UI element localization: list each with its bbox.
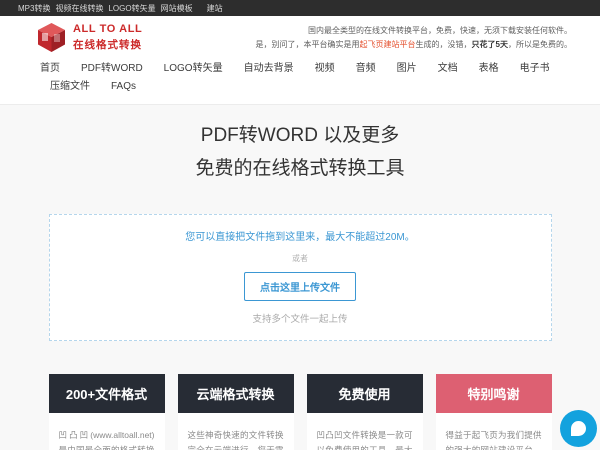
nav-item-spreadsheet[interactable]: 表格 <box>479 60 499 77</box>
main-nav: 首页 PDF转WORD LOGO转矢量 自动去背景 视频 音频 图片 文档 表格… <box>0 57 600 105</box>
nav-item-remove-bg[interactable]: 自动去背景 <box>244 60 294 77</box>
top-utility-bar: MP3转换 视频在线转换 LOGO转矢量 网站模板 建站 <box>0 0 600 16</box>
nav-item-logo-vector[interactable]: LOGO转矢量 <box>164 60 223 77</box>
header-tagline: 国内最全类型的在线文件转换平台，免费，快速，无须下载安装任何软件。 是，别问了，… <box>256 24 572 52</box>
nav-row-1: 首页 PDF转WORD LOGO转矢量 自动去背景 视频 音频 图片 文档 表格… <box>40 60 600 77</box>
topbar-link-video[interactable]: 视频在线转换 <box>55 3 103 14</box>
tagline-line1: 国内最全类型的在线文件转换平台，免费，快速，无须下载安装任何软件。 <box>256 24 572 38</box>
card-free-use: 免费使用 凹凸凹文件转换是一款可以免费使用的工具，最大可支持10M的文件，完全可… <box>307 374 423 450</box>
card-file-formats: 200+文件格式 凹凸凹(www.alltoall.net)是中国最全面的格式转… <box>49 374 165 450</box>
tagline-line2-bold: 只花了5天 <box>472 40 508 49</box>
tagline-line2-text1: 是，别问了，本平台确实是用 <box>256 40 360 49</box>
site-logo[interactable]: ALL TO ALL 在线格式转换 <box>38 23 142 52</box>
logo-subtitle: 在线格式转换 <box>73 37 142 52</box>
tagline-line2-text2: 生成的，没错， <box>416 40 472 49</box>
nav-item-archive[interactable]: 压缩文件 <box>50 78 90 95</box>
card-special-thanks-title: 特别鸣谢 <box>436 374 552 413</box>
logo-text: ALL TO ALL 在线格式转换 <box>73 23 142 52</box>
nav-item-faqs[interactable]: FAQs <box>111 78 136 95</box>
upload-file-button[interactable]: 点击这里上传文件 <box>244 272 356 301</box>
card-special-thanks: 特别鸣谢 得益于起飞页为我们提供的强大的网站建设平台，凹凸凹才能在短短一周内完成… <box>436 374 552 450</box>
nav-item-video[interactable]: 视频 <box>315 60 335 77</box>
nav-item-audio[interactable]: 音频 <box>356 60 376 77</box>
topbar-link-mp3[interactable]: MP3转换 <box>18 3 50 14</box>
topbar-link-templates[interactable]: 网站模板 <box>161 3 193 14</box>
card-cloud-convert-title: 云端格式转换 <box>178 374 294 413</box>
site-header: ALL TO ALL 在线格式转换 国内最全类型的在线文件转换平台，免费，快速，… <box>0 16 600 57</box>
nav-item-home[interactable]: 首页 <box>40 60 60 77</box>
nav-item-document[interactable]: 文档 <box>438 60 458 77</box>
drag-hint-text: 您可以直接把文件拖到这里来，最大不能超过20M。 <box>50 228 551 243</box>
card-free-use-body: 凹凸凹文件转换是一款可以免费使用的工具，最大可支持10M的文件，完全可以满足您9… <box>307 413 423 450</box>
chat-button[interactable] <box>560 410 597 447</box>
card-cloud-convert: 云端格式转换 这些神奇快速的文件转换完全在云端进行，您无需在计算机上安装任何软件… <box>178 374 294 450</box>
page-title: PDF转WORD 以及更多 免费的在线格式转换工具 <box>0 119 600 185</box>
card-file-formats-body: 凹凸凹(www.alltoall.net)是中国最全面的格式转换平台，支持约20… <box>49 413 165 450</box>
page-title-line1: PDF转WORD 以及更多 <box>0 119 600 152</box>
upload-dropzone[interactable]: 您可以直接把文件拖到这里来，最大不能超过20M。 或者 点击这里上传文件 支持多… <box>49 214 552 341</box>
nav-item-pdf-to-word[interactable]: PDF转WORD <box>81 60 143 77</box>
cube-logo-icon <box>38 23 65 52</box>
card-cloud-convert-body: 这些神奇快速的文件转换完全在云端进行，您无需在计算机上安装任何软件程序，只需要找… <box>178 413 294 450</box>
feature-cards: 200+文件格式 凹凸凹(www.alltoall.net)是中国最全面的格式转… <box>49 374 552 450</box>
or-text: 或者 <box>50 253 551 264</box>
card-file-formats-title: 200+文件格式 <box>49 374 165 413</box>
nav-row-2: 压缩文件 FAQs <box>40 78 600 95</box>
page-title-line2: 免费的在线格式转换工具 <box>0 152 600 185</box>
tagline-line2-text3: ，所以是免费的。 <box>508 40 572 49</box>
nav-item-ebook[interactable]: 电子书 <box>520 60 550 77</box>
logo-title: ALL TO ALL <box>73 23 142 35</box>
chat-bubble-icon <box>571 421 586 436</box>
card-free-use-title: 免费使用 <box>307 374 423 413</box>
topbar-link-site-builder[interactable]: 建站 <box>207 3 223 14</box>
multi-upload-hint: 支持多个文件一起上传 <box>50 311 551 325</box>
nav-item-image[interactable]: 图片 <box>397 60 417 77</box>
topbar-link-logo-vector[interactable]: LOGO转矢量 <box>108 3 155 14</box>
tagline-qifeiye-link[interactable]: 起飞页建站平台 <box>360 40 416 49</box>
card-special-thanks-body: 得益于起飞页为我们提供的强大的网站建设平台，凹凸凹才能在短短一周内完成并上线。起… <box>436 413 552 450</box>
tagline-line2: 是，别问了，本平台确实是用起飞页建站平台生成的，没错，只花了5天，所以是免费的。 <box>256 38 572 52</box>
